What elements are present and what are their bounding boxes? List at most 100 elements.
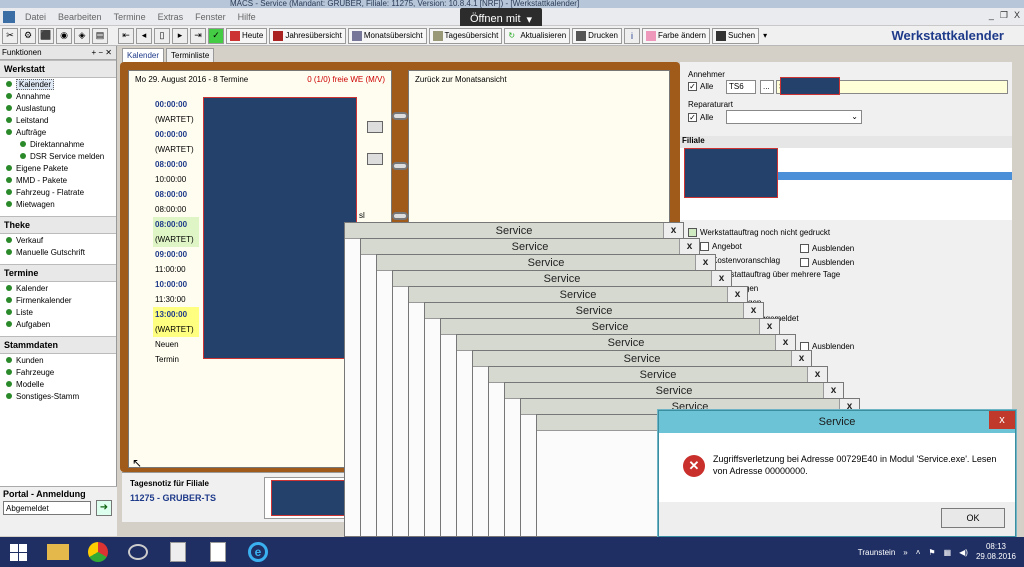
nav-next-icon[interactable]: ▸	[172, 27, 188, 44]
service-window-close-button[interactable]: x	[775, 335, 795, 350]
sidebar-item[interactable]: Kalender	[0, 78, 116, 90]
time-slot[interactable]: (WARTET)	[153, 232, 199, 247]
tool-icon-1[interactable]: ✂	[2, 27, 18, 44]
close-button[interactable]: X	[1014, 10, 1020, 21]
suchen-button[interactable]: Suchen	[712, 27, 760, 44]
service-window-close-button[interactable]: x	[663, 223, 683, 238]
nav-first-icon[interactable]: ⇤	[118, 27, 134, 44]
time-slot[interactable]: 08:00:00	[153, 202, 199, 217]
menu-fenster[interactable]: Fenster	[189, 12, 232, 22]
time-slot[interactable]: 08:00:00	[153, 157, 199, 172]
sidebar-section-title[interactable]: Theke	[0, 216, 116, 234]
ausblenden-checkbox[interactable]: Ausblenden	[800, 258, 854, 268]
service-window-close-button[interactable]: x	[727, 287, 747, 302]
ausblenden-checkbox[interactable]: Ausblenden	[800, 244, 854, 254]
menu-bearbeiten[interactable]: Bearbeiten	[52, 12, 108, 22]
time-slot[interactable]: 13:00:00	[153, 307, 199, 322]
mazda-icon[interactable]	[120, 538, 156, 566]
time-slot[interactable]: 00:00:00	[153, 127, 199, 142]
service-window-close-button[interactable]: x	[807, 367, 827, 382]
heute-button[interactable]: Heute	[226, 27, 268, 44]
sidebar-item[interactable]: Kunden	[0, 354, 116, 366]
sidebar-item[interactable]: Sonstiges-Stamm	[0, 390, 116, 402]
time-slot[interactable]: (WARTET)	[153, 112, 199, 127]
check-icon[interactable]: ✓	[208, 27, 224, 44]
sidebar-item[interactable]: Eigene Pakete	[0, 162, 116, 174]
service-window-close-button[interactable]: x	[759, 319, 779, 334]
sidebar-item[interactable]: Leitstand	[0, 114, 116, 126]
info-icon[interactable]: i	[623, 27, 640, 44]
tagesuebersicht-button[interactable]: Tagesübersicht	[428, 27, 503, 44]
farbe-aendern-button[interactable]: Farbe ändern	[641, 27, 710, 44]
sidebar-item[interactable]: Fahrzeug - Flatrate	[0, 186, 116, 198]
reparaturart-select[interactable]: ⌄	[726, 110, 862, 124]
time-slot[interactable]: (WARTET)	[153, 322, 199, 337]
car-icon[interactable]	[367, 153, 383, 165]
sidebar-item[interactable]: Modelle	[0, 378, 116, 390]
sidebar-item[interactable]: Kalender	[0, 282, 116, 294]
tool-icon-4[interactable]: ◉	[56, 27, 72, 44]
service-window-close-button[interactable]: x	[743, 303, 763, 318]
status-check[interactable]: Werkstattauftrag noch nicht gedruckt	[688, 228, 830, 238]
time-slot[interactable]: 10:00:00	[153, 277, 199, 292]
status-check[interactable]: Angebot	[700, 242, 742, 252]
sidebar-section-title[interactable]: Termine	[0, 264, 116, 282]
toolbar-overflow-icon[interactable]: ▾	[763, 31, 767, 40]
reparaturart-alle-checkbox[interactable]: ✓ Alle	[688, 113, 713, 123]
tab-terminliste[interactable]: Terminliste	[166, 48, 215, 63]
service-window-close-button[interactable]: x	[823, 383, 843, 398]
car-icon[interactable]	[367, 121, 383, 133]
restore-button[interactable]: ❐	[1000, 10, 1008, 21]
clock[interactable]: 08:13 29.08.2016	[976, 542, 1016, 562]
tool-icon-5[interactable]: ◈	[74, 27, 90, 44]
annehmer-browse-button[interactable]: ...	[760, 80, 774, 94]
login-button[interactable]: ➜	[96, 500, 112, 516]
time-slot[interactable]: 09:00:00	[153, 247, 199, 262]
sidebar-item[interactable]: MMD - Pakete	[0, 174, 116, 186]
sidebar-item[interactable]: Aufgaben	[0, 318, 116, 330]
time-slot[interactable]: 10:00:00	[153, 172, 199, 187]
time-slot[interactable]: 00:00:00	[153, 97, 199, 112]
monatsuebersicht-button[interactable]: Monatsübersicht	[347, 27, 427, 44]
new-page-icon[interactable]: ▯	[154, 27, 170, 44]
sidebar-item[interactable]: Annahme	[0, 90, 116, 102]
back-to-month-link[interactable]: Zurück zur Monatsansicht	[409, 71, 669, 88]
time-slot[interactable]: 11:30:00	[153, 292, 199, 307]
tray-expand-icon[interactable]: »	[903, 548, 907, 557]
drucken-button[interactable]: Drucken	[572, 27, 622, 44]
chevron-up-icon[interactable]: ˄	[916, 548, 921, 557]
service-window-close-button[interactable]: x	[791, 351, 811, 366]
menu-datei[interactable]: Datei	[19, 12, 52, 22]
aktualisieren-button[interactable]: ↻ Aktualisieren	[504, 27, 571, 44]
menu-extras[interactable]: Extras	[152, 12, 190, 22]
menu-termine[interactable]: Termine	[108, 12, 152, 22]
filiale-list[interactable]	[680, 148, 1012, 220]
tool-icon-6[interactable]: ▤	[92, 27, 108, 44]
sidebar-item[interactable]: Auslastung	[0, 102, 116, 114]
document-app-icon[interactable]	[160, 538, 196, 566]
internet-explorer-icon[interactable]: e	[240, 538, 276, 566]
time-slot[interactable]: 08:00:00	[153, 217, 199, 232]
time-slot[interactable]: (WARTET)	[153, 142, 199, 157]
sidebar-item[interactable]: Aufträge	[0, 126, 116, 138]
minimize-button[interactable]: _	[989, 10, 994, 21]
ok-button[interactable]: OK	[941, 508, 1005, 528]
tool-icon-2[interactable]: ⚙	[20, 27, 36, 44]
sidebar-item[interactable]: Liste	[0, 306, 116, 318]
service-window-close-button[interactable]: x	[711, 271, 731, 286]
annehmer-alle-checkbox[interactable]: ✓ Alle	[688, 82, 713, 92]
time-slot[interactable]: 11:00:00	[153, 262, 199, 277]
sidebar-item[interactable]: Direktannahme	[0, 138, 116, 150]
jahresuebersicht-button[interactable]: Jahresübersicht	[269, 27, 346, 44]
service-window-close-button[interactable]: x	[679, 239, 699, 254]
volume-icon[interactable]: ◀)	[959, 548, 968, 557]
location-label[interactable]: Traunstein	[858, 548, 896, 557]
time-slot[interactable]: 08:00:00	[153, 187, 199, 202]
portal-status-field[interactable]	[3, 501, 91, 515]
sidebar-item[interactable]: Firmenkalender	[0, 294, 116, 306]
nav-last-icon[interactable]: ⇥	[190, 27, 206, 44]
sidebar-item[interactable]: Manuelle Gutschrift	[0, 246, 116, 258]
tab-kalender[interactable]: Kalender	[122, 48, 165, 63]
tool-icon-3[interactable]: ⬛	[38, 27, 54, 44]
flag-icon[interactable]: ⚑	[928, 548, 935, 557]
